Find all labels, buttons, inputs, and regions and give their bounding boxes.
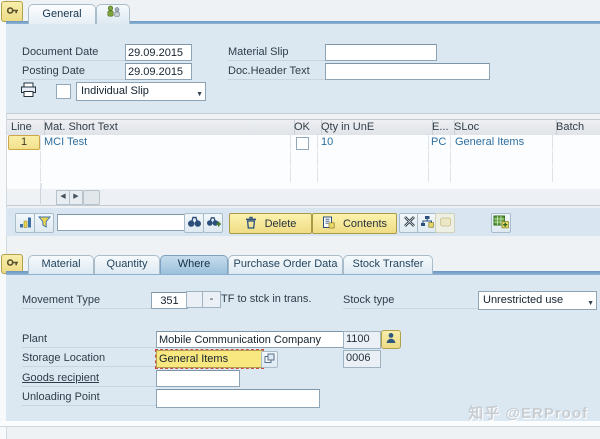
contents-label: Contents bbox=[342, 217, 388, 230]
goods-recipient-label: Goods recipient bbox=[22, 371, 156, 387]
movement-type-input[interactable] bbox=[151, 292, 188, 309]
chevron-down-icon: ▼ bbox=[196, 91, 203, 98]
partner-icon bbox=[105, 5, 122, 21]
sap-migo-window: General Document Date Material Slip Post… bbox=[0, 0, 600, 439]
sort-ascending-icon bbox=[19, 216, 32, 231]
table-row[interactable]: 1 MCI Test 10 PC General Items bbox=[7, 135, 600, 152]
stock-type-value: Unrestricted use bbox=[483, 294, 564, 306]
tab-purchase-order-data[interactable]: Purchase Order Data bbox=[228, 255, 343, 274]
table-hscroll-track: ◀ ▶ bbox=[7, 189, 600, 206]
movement-sign-box[interactable]: - bbox=[202, 291, 221, 308]
tab-general-label: General bbox=[42, 8, 82, 20]
cell-short-text: MCI Test bbox=[44, 136, 88, 148]
posting-date-input[interactable] bbox=[125, 63, 192, 80]
tab-partner[interactable] bbox=[96, 4, 130, 24]
tab-material-label: Material bbox=[41, 258, 81, 270]
scroll-left-icon: ◀ bbox=[60, 193, 66, 200]
tab-quantity-label: Quantity bbox=[106, 258, 148, 270]
stock-type-label: Stock type bbox=[343, 293, 478, 309]
plant-input[interactable] bbox=[156, 331, 346, 348]
detail-cross-button[interactable] bbox=[399, 213, 419, 233]
storage-location-code-box: 0006 bbox=[343, 350, 381, 368]
tab-stock-transfer[interactable]: Stock Transfer bbox=[343, 255, 433, 274]
tab-quantity[interactable]: Quantity bbox=[94, 255, 160, 274]
doc-header-text-input[interactable] bbox=[325, 63, 490, 80]
collapse-header-button[interactable] bbox=[1, 1, 23, 22]
col-header-batch[interactable]: Batch bbox=[552, 120, 600, 135]
tab-stock-transfer-label: Stock Transfer bbox=[352, 258, 424, 270]
posting-date-label: Posting Date bbox=[22, 64, 125, 80]
tab-general[interactable]: General bbox=[28, 4, 96, 24]
storage-location-label: Storage Location bbox=[22, 351, 156, 367]
find-button[interactable] bbox=[184, 213, 204, 233]
hscroll-thumb[interactable] bbox=[83, 190, 100, 205]
table-row[interactable] bbox=[7, 167, 600, 184]
adopt-details-button[interactable] bbox=[491, 213, 511, 233]
tab-material[interactable]: Material bbox=[28, 255, 94, 274]
plant-address-button[interactable] bbox=[381, 330, 401, 349]
binoculars-plus-icon bbox=[206, 215, 221, 231]
row-ok-checkbox[interactable] bbox=[296, 137, 309, 150]
delete-button[interactable]: Delete bbox=[229, 213, 312, 234]
row-line-selector[interactable]: 1 bbox=[8, 135, 40, 150]
slip-type-value: Individual Slip bbox=[81, 85, 149, 97]
chevron-down-icon: ▼ bbox=[587, 300, 594, 307]
table-row[interactable] bbox=[7, 151, 600, 168]
person-icon bbox=[385, 332, 397, 347]
hierarchy-button[interactable] bbox=[417, 213, 437, 233]
table-add-icon bbox=[493, 215, 509, 232]
disabled-detail-button bbox=[435, 213, 455, 233]
print-slip-checkbox[interactable] bbox=[56, 84, 71, 99]
storage-location-matchcode-button[interactable] bbox=[261, 351, 278, 368]
trash-icon bbox=[245, 216, 257, 232]
storage-location-input[interactable] bbox=[155, 349, 264, 369]
movement-type-description: TF to stck in trans. bbox=[221, 293, 312, 305]
sort-ascending-button[interactable] bbox=[15, 213, 35, 233]
document-icon bbox=[322, 216, 335, 232]
col-header-qty[interactable]: Qty in UnE bbox=[317, 120, 433, 135]
movement-type-label: Movement Type bbox=[22, 293, 151, 309]
material-slip-input[interactable] bbox=[325, 44, 437, 61]
doc-header-text-label: Doc.Header Text bbox=[228, 64, 325, 80]
filter-button[interactable] bbox=[34, 213, 54, 233]
plant-code-box: 1100 bbox=[343, 331, 381, 349]
contents-button[interactable]: Contents bbox=[312, 213, 397, 234]
document-date-input[interactable] bbox=[125, 44, 192, 61]
col-header-short-text[interactable]: Mat. Short Text bbox=[40, 120, 295, 135]
cell-eun: PC bbox=[431, 136, 447, 148]
key-icon bbox=[6, 4, 19, 20]
stock-type-select[interactable]: Unrestricted use ▼ bbox=[478, 291, 597, 310]
slip-type-select[interactable]: Individual Slip ▼ bbox=[76, 82, 206, 101]
cell-sloc: General Items bbox=[455, 136, 525, 148]
matchcode-icon bbox=[264, 353, 275, 367]
scroll-left-button[interactable]: ◀ bbox=[56, 190, 70, 205]
unloading-point-label: Unloading Point bbox=[22, 390, 156, 406]
watermark: 知乎 @ERProof bbox=[468, 405, 588, 422]
plant-label: Plant bbox=[22, 332, 156, 348]
unloading-point-input[interactable] bbox=[156, 389, 320, 408]
disabled-doc-icon bbox=[439, 216, 452, 231]
tab-where[interactable]: Where bbox=[160, 255, 228, 274]
hierarchy-icon bbox=[420, 215, 434, 231]
goods-recipient-input[interactable] bbox=[156, 370, 240, 387]
printer-icon bbox=[20, 82, 37, 101]
key-icon bbox=[6, 256, 19, 272]
line-col-footer bbox=[7, 189, 41, 204]
filter-icon bbox=[37, 216, 51, 231]
binoculars-icon bbox=[187, 215, 202, 231]
cell-qty: 10 bbox=[321, 136, 334, 148]
scroll-right-button[interactable]: ▶ bbox=[69, 190, 83, 205]
tab-where-label: Where bbox=[177, 258, 211, 270]
scroll-right-icon: ▶ bbox=[73, 193, 79, 200]
cross-grid-icon bbox=[403, 215, 416, 231]
find-next-button[interactable] bbox=[203, 213, 223, 233]
search-term-input[interactable] bbox=[57, 214, 186, 231]
tab-purchase-order-data-label: Purchase Order Data bbox=[233, 258, 338, 270]
col-header-sloc[interactable]: SLoc bbox=[450, 120, 557, 135]
material-slip-label: Material Slip bbox=[228, 45, 325, 61]
delete-label: Delete bbox=[264, 217, 297, 230]
document-date-label: Document Date bbox=[22, 45, 125, 61]
